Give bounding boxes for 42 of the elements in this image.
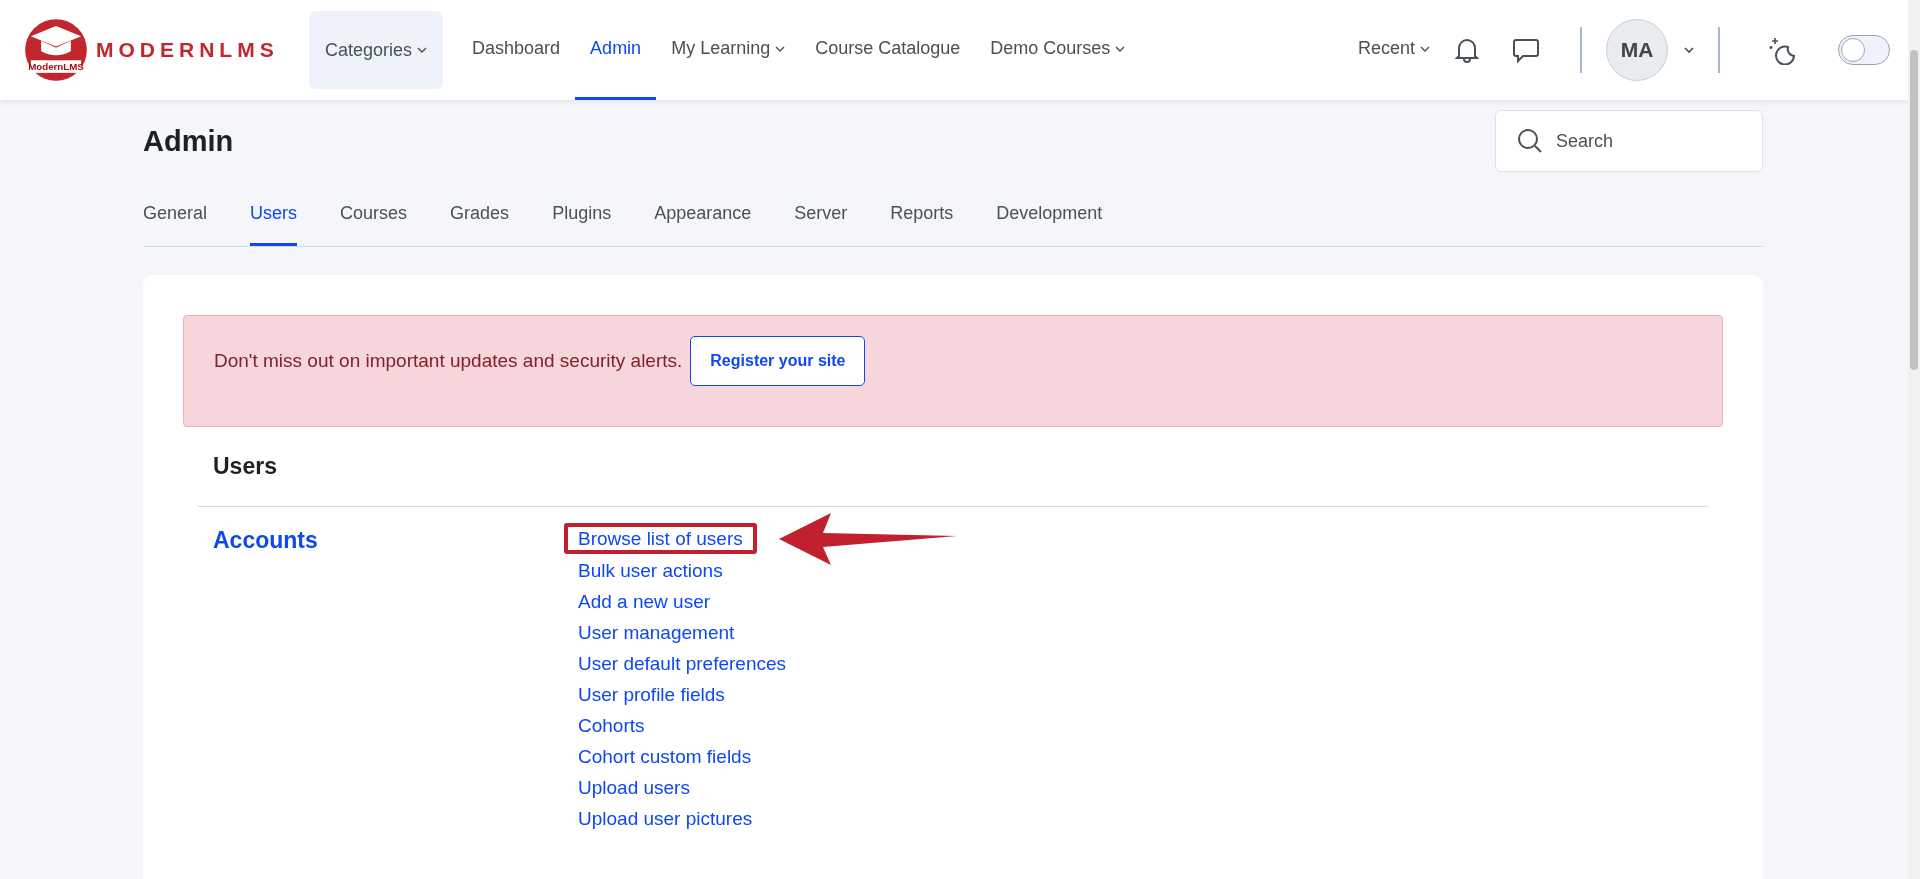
user-avatar[interactable]: MA [1606, 19, 1668, 81]
chat-icon[interactable] [1512, 36, 1540, 64]
recent-menu[interactable]: Recent [1342, 0, 1454, 100]
logo-icon: ModernLMS [24, 18, 88, 82]
alert-message: Don't miss out on important updates and security alerts. [214, 348, 683, 373]
tab[interactable]: Grades [450, 182, 510, 246]
nav-link[interactable]: Dashboard [457, 0, 576, 100]
theme-switch[interactable] [1838, 35, 1890, 65]
settings-link[interactable]: Bulk user actions [564, 554, 737, 586]
tab[interactable]: Plugins [552, 182, 612, 246]
search-field[interactable]: Search [1495, 110, 1763, 172]
settings-link[interactable]: Add a new user [564, 585, 725, 617]
tab[interactable]: Reports [890, 182, 954, 246]
caret-icon[interactable] [1684, 45, 1694, 55]
brand-name: MODERNLMS [96, 37, 279, 63]
nav-menu[interactable]: Demo Courses [975, 0, 1141, 100]
nav-link[interactable]: Course Catalogue [800, 0, 976, 100]
settings-link[interactable]: User management [564, 616, 749, 648]
search-icon [1517, 128, 1543, 154]
settings-link[interactable]: User profile fields [564, 678, 739, 710]
tab[interactable]: Development [996, 182, 1103, 246]
tab[interactable]: Courses [340, 182, 408, 246]
settings-link[interactable]: Upload users [564, 771, 704, 803]
category-title: Accounts [213, 526, 318, 553]
tab[interactable]: General [143, 182, 208, 246]
section-title: Users [198, 427, 1708, 507]
settings-link[interactable]: User default preferences [564, 647, 801, 679]
nav-menu[interactable]: My Learning [656, 0, 801, 100]
bell-icon[interactable] [1454, 36, 1480, 64]
tab[interactable]: Server [794, 182, 848, 246]
nav-menu[interactable]: Categories [309, 11, 444, 89]
tab[interactable]: Users [250, 182, 298, 246]
page-title: Admin [143, 123, 234, 159]
nav-link[interactable]: Admin [575, 0, 657, 100]
moon-stars-icon[interactable] [1768, 35, 1798, 65]
settings-link[interactable]: Upload user pictures [564, 802, 767, 834]
tab[interactable]: Appearance [654, 182, 752, 246]
settings-link[interactable]: Browse list of users [564, 523, 757, 554]
settings-link[interactable]: Cohort custom fields [564, 740, 766, 772]
caret-icon [417, 45, 428, 55]
register-button[interactable]: Register your site [690, 336, 866, 386]
settings-link[interactable]: Cohorts [564, 709, 659, 741]
